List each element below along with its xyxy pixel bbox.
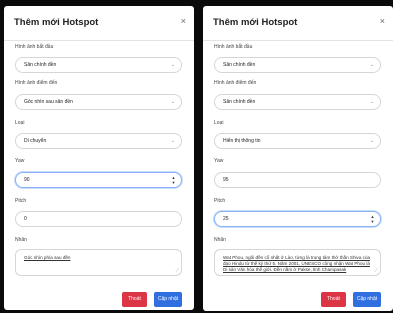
chevron-down-icon: ⌄: [369, 62, 374, 68]
pitch-value: 0: [24, 216, 27, 222]
start-image-label: Hình ảnh bắt đầu: [214, 44, 253, 50]
end-image-value: Sân chính đền: [223, 99, 256, 105]
close-button[interactable]: ×: [380, 16, 385, 26]
start-image-select[interactable]: Sân chính đền ⌄: [214, 57, 381, 73]
pitch-input[interactable]: 0: [15, 211, 182, 227]
chevron-down-icon: ⌄: [170, 62, 175, 68]
yaw-input[interactable]: 90 ▲ ▼: [15, 172, 182, 188]
yaw-label: Yaw: [15, 158, 25, 164]
start-image-value: Sân chính đền: [24, 62, 57, 68]
cancel-button[interactable]: Thoát: [122, 292, 147, 307]
note-label: Nhãn: [15, 237, 27, 243]
save-button[interactable]: Cập nhật: [353, 292, 381, 307]
resize-handle-icon[interactable]: ⟋: [175, 269, 179, 274]
note-label: Nhãn: [214, 237, 226, 243]
add-hotspot-dialog-right: Thêm mới Hotspot × Hình ảnh bắt đầu Sân …: [203, 6, 393, 311]
note-value: Góc nhìn phía sau đền: [24, 255, 71, 260]
type-value: Di chuyển: [24, 138, 47, 144]
start-image-select[interactable]: Sân chính đền ⌄: [15, 57, 182, 73]
number-spinner-icon[interactable]: ▲ ▼: [171, 175, 176, 185]
pitch-label: Pitch: [214, 198, 226, 204]
end-image-label: Hình ảnh điểm đến: [214, 80, 257, 86]
note-textarea[interactable]: Góc nhìn phía sau đền ⟋: [15, 249, 182, 276]
end-image-label: Hình ảnh điểm đến: [15, 80, 58, 86]
yaw-input[interactable]: 95: [214, 172, 381, 188]
type-label: Loại: [214, 120, 224, 126]
type-select[interactable]: Di chuyển ⌄: [15, 133, 182, 149]
yaw-value: 95: [223, 177, 229, 183]
pitch-input[interactable]: 25 ▲ ▼: [214, 211, 381, 227]
chevron-down-icon: ⌄: [170, 138, 175, 144]
type-value: Hiển thị thông tin: [223, 138, 261, 144]
resize-handle-icon[interactable]: ⟋: [374, 269, 378, 274]
dialog-title: Thêm mới Hotspot: [213, 17, 298, 28]
type-label: Loại: [15, 120, 25, 126]
start-image-label: Hình ảnh bắt đầu: [15, 44, 54, 50]
end-image-select[interactable]: Góc nhìn sau sân đền ⌄: [15, 94, 182, 110]
chevron-down-icon: ⌄: [369, 138, 374, 144]
number-spinner-icon[interactable]: ▲ ▼: [370, 214, 375, 224]
dialog-header: Thêm mới Hotspot ×: [203, 6, 393, 41]
pitch-value: 25: [223, 216, 229, 222]
pitch-label: Pitch: [15, 198, 27, 204]
start-image-value: Sân chính đền: [223, 62, 256, 68]
dialog-header: Thêm mới Hotspot ×: [4, 6, 194, 41]
yaw-label: Yaw: [214, 158, 224, 164]
yaw-value: 90: [24, 177, 30, 183]
end-image-select[interactable]: Sân chính đền ⌄: [214, 94, 381, 110]
note-textarea[interactable]: Wat Phou, ngôi đền cổ nhất ở Lào, từng l…: [214, 249, 381, 276]
type-select[interactable]: Hiển thị thông tin ⌄: [214, 133, 381, 149]
dialog-title: Thêm mới Hotspot: [14, 17, 99, 28]
note-value: Wat Phou, ngôi đền cổ nhất ở Lào, từng l…: [223, 255, 371, 272]
save-button[interactable]: Cập nhật: [154, 292, 182, 307]
chevron-down-icon: ⌄: [369, 99, 374, 105]
end-image-value: Góc nhìn sau sân đền: [24, 99, 73, 105]
chevron-down-icon: ⌄: [170, 99, 175, 105]
add-hotspot-dialog-left: Thêm mới Hotspot × Hình ảnh bắt đầu Sân …: [4, 6, 194, 310]
close-button[interactable]: ×: [181, 16, 186, 26]
cancel-button[interactable]: Thoát: [321, 292, 346, 307]
